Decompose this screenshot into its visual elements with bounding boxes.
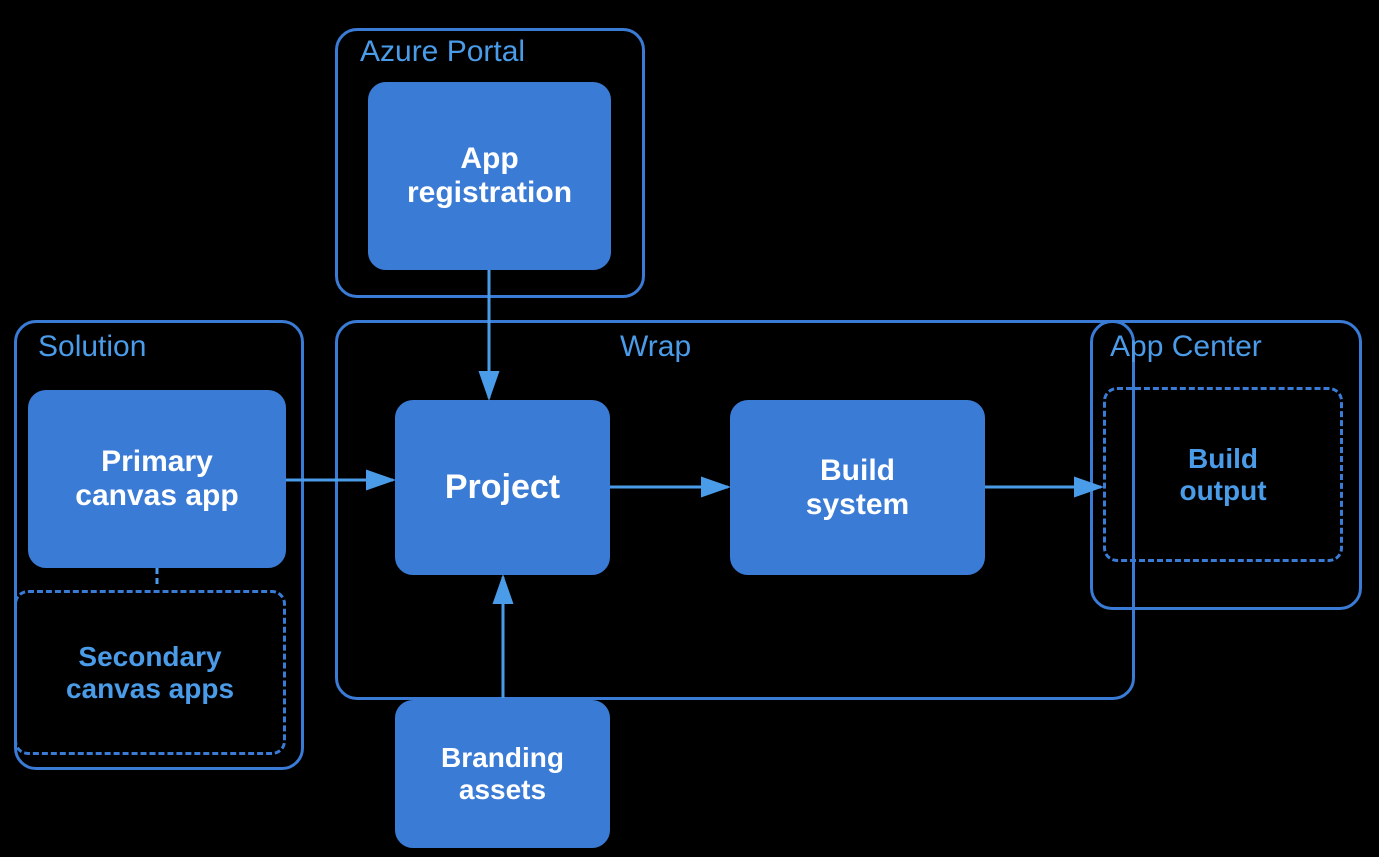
solution-label: Solution: [38, 330, 146, 364]
diagram-container: Azure Portal App registration Solution P…: [0, 0, 1379, 857]
wrap-label: Wrap: [620, 330, 691, 364]
secondary-canvas-apps-box: Secondary canvas apps: [14, 590, 286, 755]
branding-assets-box: Branding assets: [395, 700, 610, 848]
secondary-canvas-apps-label: Secondary canvas apps: [66, 641, 234, 705]
azure-portal-label: Azure Portal: [360, 35, 525, 69]
branding-assets-label: Branding assets: [441, 742, 564, 806]
app-registration-box: App registration: [368, 82, 611, 270]
app-center-label: App Center: [1110, 330, 1262, 364]
app-registration-label: App registration: [407, 142, 572, 210]
primary-canvas-app-label: Primary canvas app: [75, 445, 238, 513]
build-system-label: Build system: [806, 454, 909, 522]
build-system-box: Build system: [730, 400, 985, 575]
project-box: Project: [395, 400, 610, 575]
primary-canvas-app-box: Primary canvas app: [28, 390, 286, 568]
build-output-box: Build output: [1103, 387, 1343, 562]
build-output-label: Build output: [1179, 443, 1266, 507]
project-label: Project: [445, 468, 560, 507]
